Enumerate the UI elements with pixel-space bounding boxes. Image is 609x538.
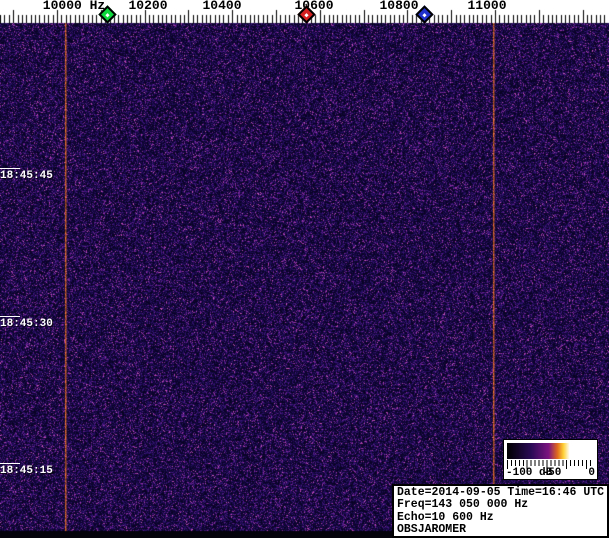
time-tick <box>0 168 20 169</box>
marker-center-dot <box>105 12 110 17</box>
freq-axis-label: 10400 <box>202 0 242 13</box>
station-info-box: Date=2014-09-05 Time=16:46 UTC Freq=143 … <box>392 484 609 538</box>
freq-axis-label: 11000 <box>467 0 507 13</box>
time-axis-label-group: 18:45:45 <box>0 168 53 182</box>
marker-center-dot <box>304 12 309 17</box>
scale-label-max: 0 <box>588 467 595 479</box>
time-axis-label: 18:45:30 <box>0 318 53 330</box>
time-axis-label-group: 18:45:15 <box>0 463 53 477</box>
freq-axis-label: 10200 <box>128 0 168 13</box>
info-station-id: OBSJAROMER <box>397 523 467 537</box>
scale-label-mid: -50 <box>541 467 562 479</box>
time-axis-label-group: 18:45:30 <box>0 316 53 330</box>
time-axis-label: 18:45:15 <box>0 465 53 477</box>
spectrogram-app: 10000 Hz 10200 10400 10600 10800 11000 1… <box>0 0 609 538</box>
info-frequency: Freq=143 050 000 Hz <box>397 498 529 512</box>
time-tick <box>0 463 20 464</box>
time-tick <box>0 316 20 317</box>
marker-center-dot <box>422 12 428 17</box>
color-scale-gradient <box>507 443 594 459</box>
color-scale-legend: -100 dB -50 0 <box>503 439 598 480</box>
freq-axis-label: 10800 <box>379 0 419 13</box>
time-axis-label: 18:45:45 <box>0 170 53 182</box>
freq-axis-label: 10000 Hz <box>42 0 106 13</box>
